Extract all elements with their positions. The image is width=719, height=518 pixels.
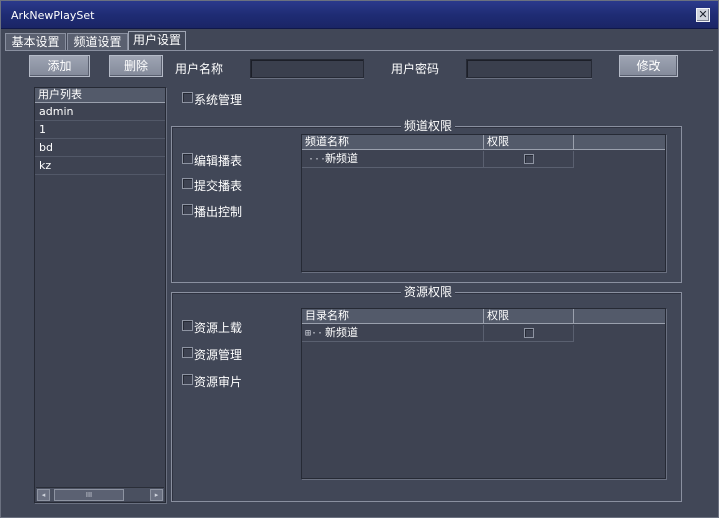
user-list[interactable]: 用户列表 admin 1 bd kz ◂ III ▸ bbox=[34, 87, 166, 503]
resource-review-checkbox[interactable] bbox=[182, 374, 193, 385]
resource-table-header: 目录名称 权限 bbox=[302, 309, 665, 324]
settings-window: ArkNewPlaySet ✕ 基本设置 频道设置 用户设置 添加 删除 用户名… bbox=[0, 0, 719, 518]
table-row[interactable]: ····· 新频道 bbox=[302, 151, 574, 168]
username-input[interactable] bbox=[250, 59, 364, 78]
resource-upload-checkbox[interactable] bbox=[182, 320, 193, 331]
close-icon[interactable]: ✕ bbox=[696, 8, 710, 22]
resource-permission-column-header[interactable]: 权限 bbox=[484, 309, 574, 324]
channel-name-cell: ····· 新频道 bbox=[302, 151, 484, 168]
channel-table-header: 频道名称 权限 bbox=[302, 135, 665, 150]
title-bar[interactable]: ArkNewPlaySet ✕ bbox=[1, 1, 718, 29]
system-admin-checkbox[interactable] bbox=[182, 92, 193, 103]
edit-playlist-label: 编辑播表 bbox=[194, 154, 243, 168]
table-row[interactable]: ⊞·· 新频道 bbox=[302, 325, 574, 342]
list-item[interactable]: 1 bbox=[35, 121, 165, 139]
resource-permission-checkbox[interactable] bbox=[524, 328, 534, 338]
directory-name-cell: ⊞·· 新频道 bbox=[302, 325, 484, 342]
horizontal-scrollbar[interactable]: ◂ III ▸ bbox=[36, 487, 164, 501]
submit-playlist-label: 提交播表 bbox=[194, 179, 243, 193]
channel-permission-cell bbox=[484, 151, 574, 168]
resource-upload-label: 资源上载 bbox=[194, 321, 243, 335]
channel-permission-column-header[interactable]: 权限 bbox=[484, 135, 574, 150]
tab-channel-settings[interactable]: 频道设置 bbox=[67, 33, 128, 51]
list-item[interactable]: admin bbox=[35, 103, 165, 121]
directory-name-column-header[interactable]: 目录名称 bbox=[302, 309, 484, 324]
resource-permission-cell bbox=[484, 325, 574, 342]
channel-permission-checkbox[interactable] bbox=[524, 154, 534, 164]
resource-management-label: 资源管理 bbox=[194, 348, 243, 362]
username-label: 用户名称 bbox=[175, 62, 224, 76]
window-title: ArkNewPlaySet bbox=[11, 9, 95, 22]
password-input[interactable] bbox=[466, 59, 592, 78]
tab-basic-settings[interactable]: 基本设置 bbox=[5, 33, 66, 51]
channel-name-text: 新频道 bbox=[325, 152, 358, 165]
edit-playlist-checkbox[interactable] bbox=[182, 153, 193, 164]
channel-permissions-table[interactable]: 频道名称 权限 ····· 新频道 bbox=[301, 134, 666, 272]
channel-permissions-title: 频道权限 bbox=[401, 119, 456, 133]
user-list-header: 用户列表 bbox=[35, 88, 165, 103]
tree-expand-icon[interactable]: ⊞·· bbox=[305, 326, 323, 342]
tab-divider bbox=[5, 50, 713, 51]
modify-button[interactable]: 修改 bbox=[619, 55, 678, 77]
resource-management-checkbox[interactable] bbox=[182, 347, 193, 358]
list-item[interactable]: bd bbox=[35, 139, 165, 157]
playout-control-checkbox[interactable] bbox=[182, 204, 193, 215]
resource-permissions-table[interactable]: 目录名称 权限 ⊞·· 新频道 bbox=[301, 308, 666, 479]
scroll-thumb[interactable]: III bbox=[54, 489, 124, 501]
channel-name-column-header[interactable]: 频道名称 bbox=[302, 135, 484, 150]
playout-control-label: 播出控制 bbox=[194, 205, 243, 219]
tab-user-settings[interactable]: 用户设置 bbox=[128, 31, 186, 51]
directory-name-text: 新频道 bbox=[325, 326, 358, 339]
scroll-left-icon[interactable]: ◂ bbox=[37, 489, 50, 501]
resource-review-label: 资源审片 bbox=[194, 375, 243, 389]
resource-permissions-title: 资源权限 bbox=[401, 285, 456, 299]
list-item[interactable]: kz bbox=[35, 157, 165, 175]
delete-user-button[interactable]: 删除 bbox=[109, 55, 163, 77]
scroll-right-icon[interactable]: ▸ bbox=[150, 489, 163, 501]
submit-playlist-checkbox[interactable] bbox=[182, 178, 193, 189]
add-user-button[interactable]: 添加 bbox=[29, 55, 90, 77]
channel-extra-column-header bbox=[574, 135, 665, 150]
system-admin-label: 系统管理 bbox=[194, 93, 243, 107]
password-label: 用户密码 bbox=[391, 62, 440, 76]
resource-extra-column-header bbox=[574, 309, 665, 324]
